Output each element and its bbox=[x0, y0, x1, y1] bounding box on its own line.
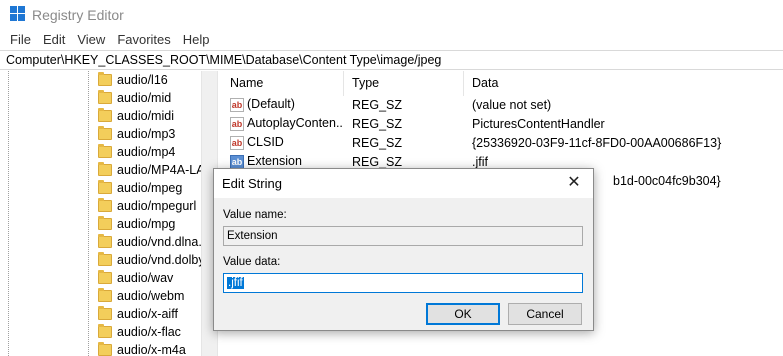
tree-item-audio-mid[interactable]: audio/mid bbox=[98, 89, 171, 107]
menu-view[interactable]: View bbox=[71, 29, 111, 50]
value-row-autoplay[interactable]: ab AutoplayConten... REG_SZ PicturesConte… bbox=[222, 114, 783, 133]
folder-icon bbox=[98, 90, 112, 104]
menu-edit[interactable]: Edit bbox=[37, 29, 71, 50]
title-bar: Registry Editor bbox=[0, 0, 783, 29]
tree-guide-line bbox=[8, 71, 9, 356]
address-bar[interactable]: Computer\HKEY_CLASSES_ROOT\MIME\Database… bbox=[0, 50, 783, 70]
folder-icon bbox=[98, 126, 112, 140]
menu-help[interactable]: Help bbox=[177, 29, 216, 50]
folder-icon bbox=[98, 342, 112, 356]
string-value-icon: ab bbox=[230, 154, 244, 169]
dialog-title: Edit String bbox=[222, 176, 282, 191]
string-value-icon: ab bbox=[230, 97, 244, 112]
column-header-data[interactable]: Data bbox=[464, 71, 783, 96]
cancel-button[interactable]: Cancel bbox=[508, 303, 582, 325]
string-value-icon: ab bbox=[230, 116, 244, 131]
value-name-label: Value name: bbox=[223, 209, 287, 221]
tree-item-audio-x-flac[interactable]: audio/x-flac bbox=[98, 323, 181, 341]
folder-icon bbox=[98, 216, 112, 230]
folder-icon bbox=[98, 306, 112, 320]
close-icon[interactable]: ✕ bbox=[565, 174, 583, 192]
dialog-title-bar[interactable]: Edit String ✕ bbox=[214, 169, 593, 198]
registry-editor-icon bbox=[10, 6, 26, 22]
folder-icon bbox=[98, 72, 112, 86]
edit-string-dialog: Edit String ✕ Value name: Extension Valu… bbox=[213, 168, 594, 331]
folder-icon bbox=[98, 180, 112, 194]
string-value-icon: ab bbox=[230, 135, 244, 150]
menu-file[interactable]: File bbox=[4, 29, 37, 50]
folder-icon bbox=[98, 234, 112, 248]
folder-icon bbox=[98, 108, 112, 122]
tree-item-audio-mp4a-latm[interactable]: audio/MP4A-LATM bbox=[98, 161, 217, 179]
value-data-label: Value data: bbox=[223, 256, 281, 268]
tree-item-audio-wav[interactable]: audio/wav bbox=[98, 269, 173, 287]
key-tree-pane[interactable]: audio/l16 audio/mid audio/midi audio/mp3… bbox=[0, 71, 218, 356]
value-row-clsid[interactable]: ab CLSID REG_SZ {25336920-03F9-11cf-8FD0-… bbox=[222, 133, 783, 152]
tree-item-audio-mp4[interactable]: audio/mp4 bbox=[98, 143, 175, 161]
value-name-field: Extension bbox=[223, 226, 583, 246]
window-title: Registry Editor bbox=[32, 7, 124, 23]
folder-icon bbox=[98, 270, 112, 284]
value-data-input[interactable]: .jfif bbox=[223, 273, 583, 293]
tree-item-audio-x-aiff[interactable]: audio/x-aiff bbox=[98, 305, 178, 323]
tree-item-audio-vnd-dlna[interactable]: audio/vnd.dlna.adts bbox=[98, 233, 217, 251]
folder-icon bbox=[98, 162, 112, 176]
value-data-selection: .jfif bbox=[227, 277, 244, 289]
folder-icon bbox=[98, 144, 112, 158]
menu-bar: File Edit View Favorites Help bbox=[0, 29, 783, 50]
tree-item-audio-mpegurl[interactable]: audio/mpegurl bbox=[98, 197, 196, 215]
tree-item-audio-mpg[interactable]: audio/mpg bbox=[98, 215, 175, 233]
list-header: Name Type Data bbox=[222, 71, 783, 96]
folder-icon bbox=[98, 198, 112, 212]
value-row-default[interactable]: ab (Default) REG_SZ (value not set) bbox=[222, 95, 783, 114]
menu-favorites[interactable]: Favorites bbox=[111, 29, 176, 50]
tree-item-audio-mpeg[interactable]: audio/mpeg bbox=[98, 179, 182, 197]
tree-item-audio-x-m4a[interactable]: audio/x-m4a bbox=[98, 341, 186, 356]
column-header-name[interactable]: Name bbox=[222, 71, 344, 96]
tree-item-audio-webm[interactable]: audio/webm bbox=[98, 287, 184, 305]
folder-icon bbox=[98, 324, 112, 338]
folder-icon bbox=[98, 288, 112, 302]
tree-item-audio-l16[interactable]: audio/l16 bbox=[98, 71, 168, 89]
ok-button[interactable]: OK bbox=[426, 303, 500, 325]
tree-item-audio-midi[interactable]: audio/midi bbox=[98, 107, 174, 125]
tree-guide-line bbox=[88, 71, 89, 356]
tree-item-audio-vnd-dolby[interactable]: audio/vnd.dolby.dd-raw bbox=[98, 251, 217, 269]
tree-item-audio-mp3[interactable]: audio/mp3 bbox=[98, 125, 175, 143]
column-header-type[interactable]: Type bbox=[344, 71, 464, 96]
folder-icon bbox=[98, 252, 112, 266]
